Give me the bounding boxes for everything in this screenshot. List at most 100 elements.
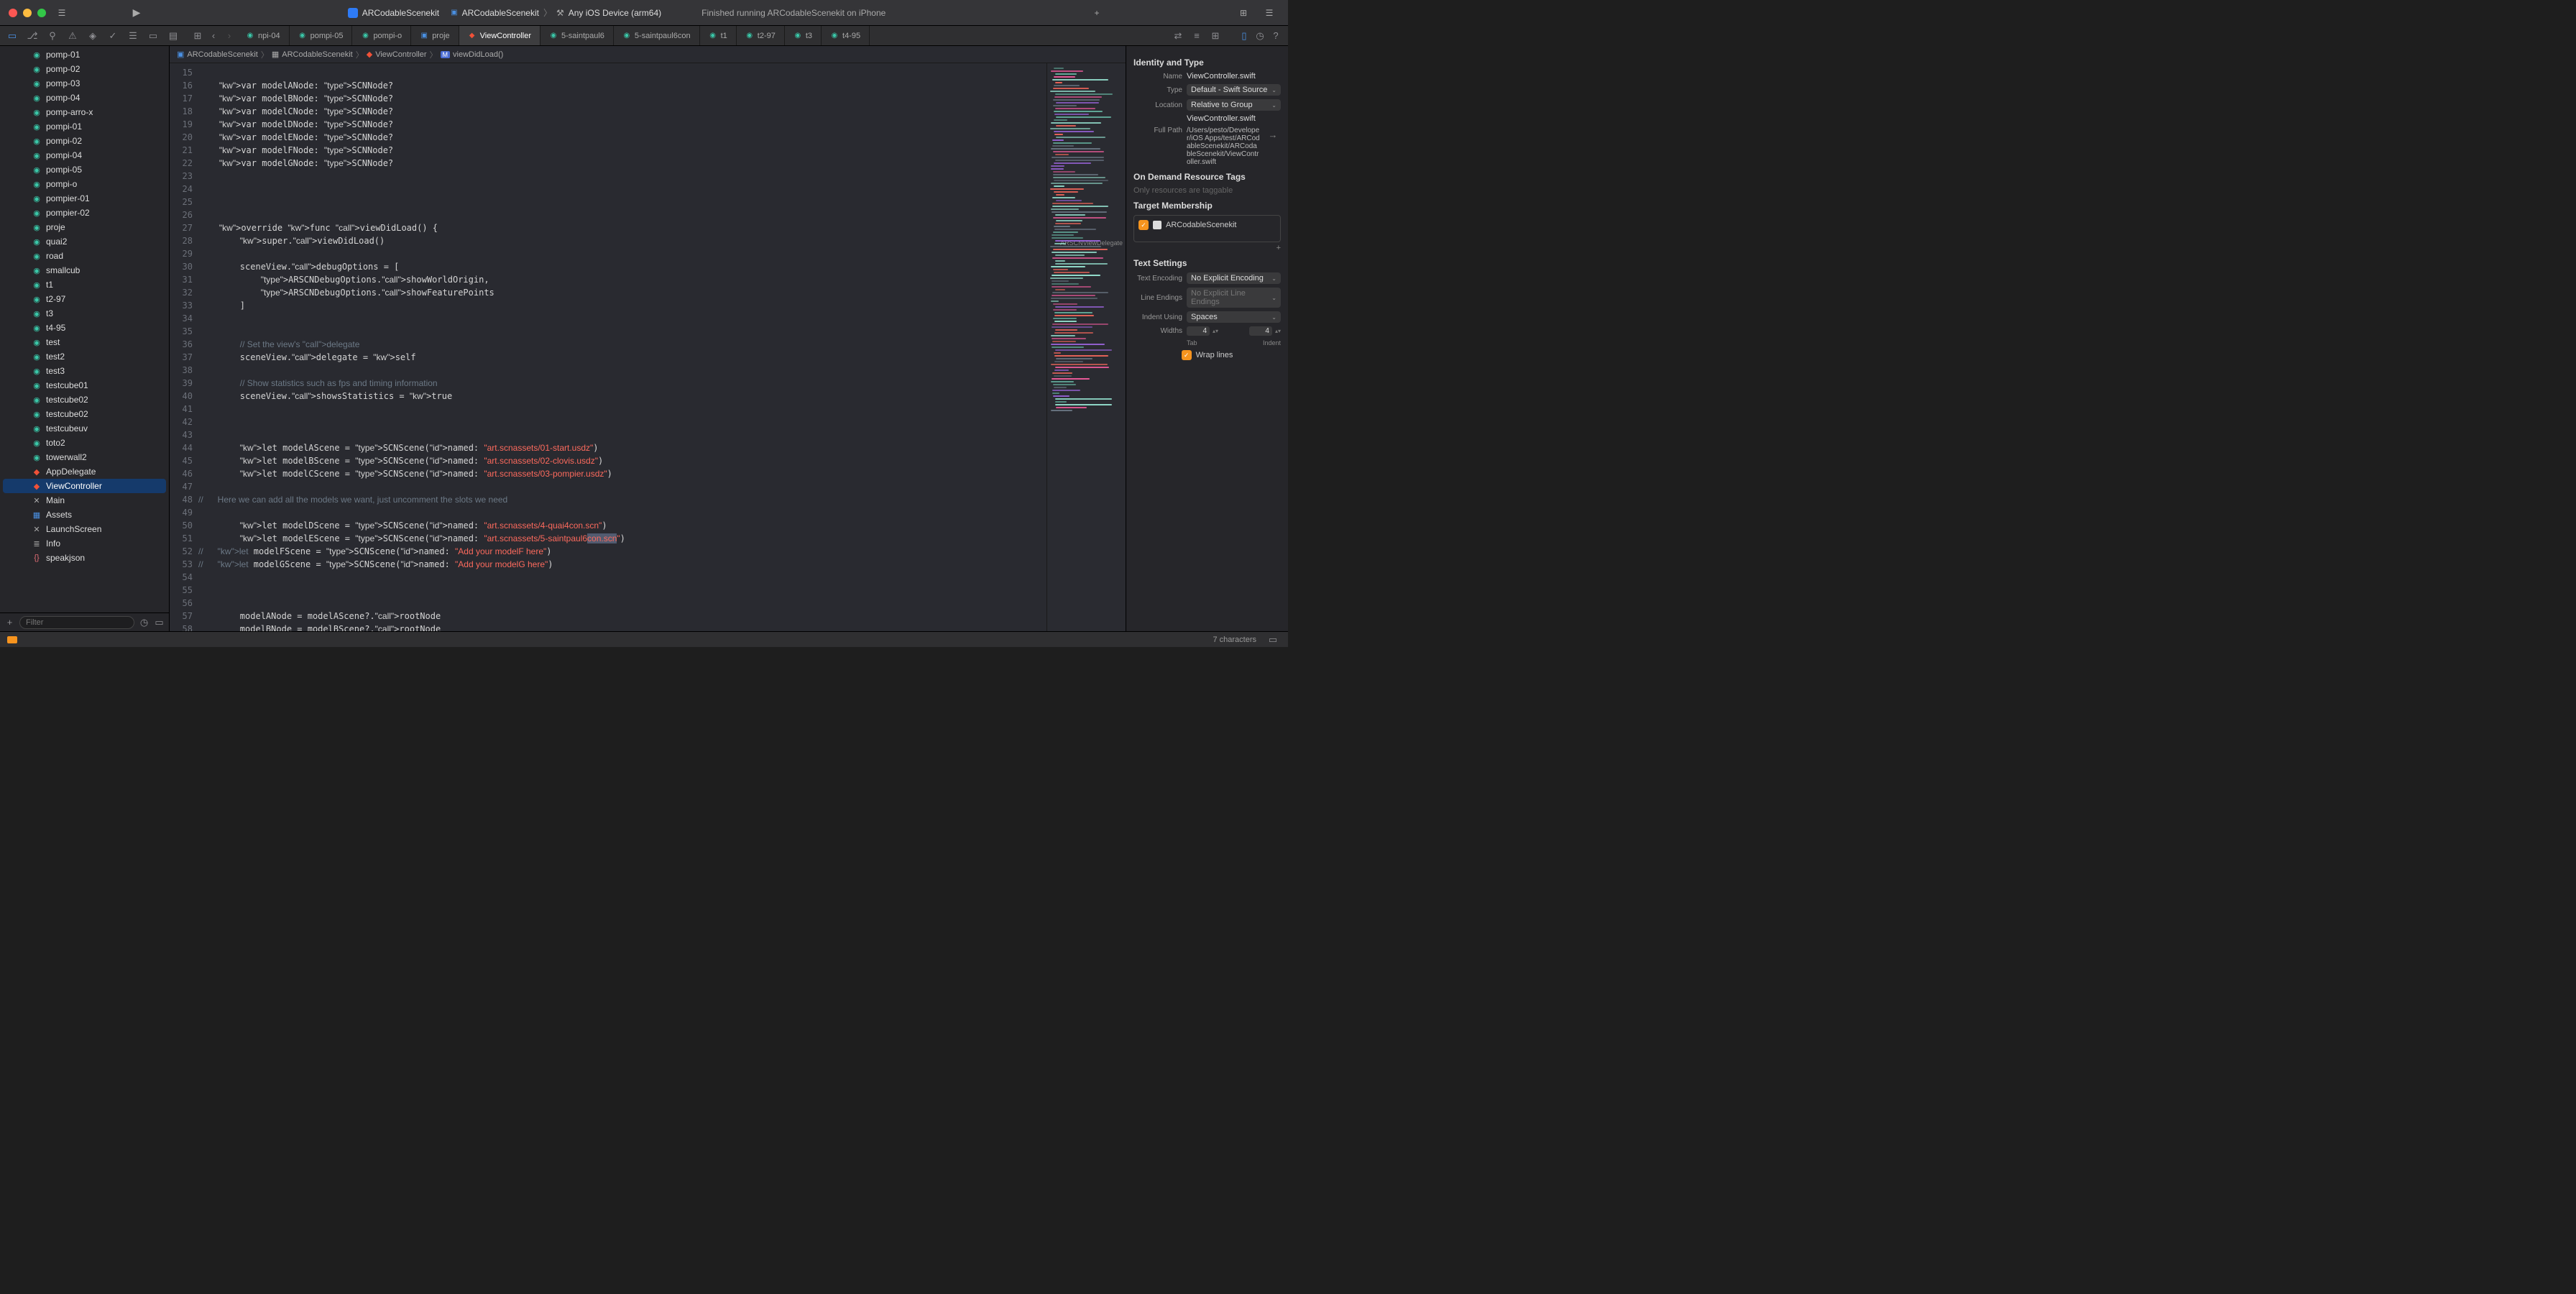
editor-tab[interactable]: ▣proje (411, 26, 459, 45)
navigator-item[interactable]: ◉pompi-04 (0, 148, 169, 162)
minimap[interactable]: ARSCNViewDelegate (1046, 63, 1126, 631)
zoom-window-button[interactable] (37, 9, 46, 17)
editor-tab[interactable]: ◉t2-97 (737, 26, 785, 45)
editor-options-icon[interactable]: ≡ (1189, 28, 1205, 44)
library-button[interactable]: ⊞ (1233, 4, 1254, 22)
navigator-item[interactable]: ◉pomp-arro-x (0, 105, 169, 119)
navigator-item[interactable]: ≣Info (0, 536, 169, 551)
file-name-field[interactable]: ViewController.swift (1187, 72, 1281, 81)
navigator-item[interactable]: ◉test2 (0, 349, 169, 364)
navigator-item[interactable]: ◉pomp-03 (0, 76, 169, 91)
indent-width-stepper[interactable]: 4 (1249, 326, 1272, 336)
scheme-menu[interactable]: ▣ ARCodableScenekit 〉 ⚒ Any iOS Device (… (451, 6, 661, 19)
navigator-item[interactable]: ◉pompi-o (0, 177, 169, 191)
navigator-item[interactable]: ▦Assets (0, 508, 169, 522)
add-target-button[interactable]: + (1133, 244, 1281, 252)
history-inspector-icon[interactable]: ◷ (1252, 28, 1268, 44)
navigator-item[interactable]: ◆AppDelegate (0, 464, 169, 479)
navigator-item[interactable]: ◉pompier-02 (0, 206, 169, 220)
navigator-item[interactable]: ◉quai2 (0, 234, 169, 249)
editor-tab[interactable]: ◉npi-04 (237, 26, 290, 45)
wrap-lines-checkbox[interactable]: ✓ (1182, 350, 1192, 360)
add-editor-icon[interactable]: ⊞ (1208, 28, 1223, 44)
find-navigator-icon[interactable]: ⚠ (65, 28, 80, 44)
navigator-item[interactable]: ◉toto2 (0, 436, 169, 450)
editor-tab[interactable]: ◉pompi-o (352, 26, 411, 45)
navigator-item[interactable]: ◉pompi-05 (0, 162, 169, 177)
navigator-item[interactable]: ◆ViewController (3, 479, 166, 493)
navigator-item[interactable]: ◉t2-97 (0, 292, 169, 306)
editor-tab[interactable]: ◉t1 (700, 26, 737, 45)
debug-navigator-icon[interactable]: ☰ (125, 28, 141, 44)
jump-bar[interactable]: ▣ ARCodableScenekit 〉 ▦ ARCodableSceneki… (170, 46, 1126, 63)
navigator-item[interactable]: ◉testcube02 (0, 407, 169, 421)
breakpoint-navigator-icon[interactable]: ▭ (145, 28, 161, 44)
breadcrumb-group[interactable]: ARCodableScenekit (282, 50, 352, 59)
navigator-item[interactable]: ✕LaunchScreen (0, 522, 169, 536)
adjust-editor-icon[interactable]: ⇄ (1170, 28, 1186, 44)
report-navigator-icon[interactable]: ▤ (165, 28, 181, 44)
editor-tab[interactable]: ◉t3 (785, 26, 822, 45)
navigator-item[interactable]: ◉road (0, 249, 169, 263)
project-navigator-icon[interactable]: ▭ (4, 28, 20, 44)
toggle-inspector-button[interactable]: ☰ (1259, 4, 1279, 22)
navigator-item[interactable]: ◉towerwall2 (0, 450, 169, 464)
location-select[interactable]: Relative to Group⌄ (1187, 99, 1281, 111)
breadcrumb-file[interactable]: ViewController (375, 50, 426, 59)
line-gutter[interactable]: 15 16 17 18 19 20 21 22 23 24 25 26 27 2… (170, 63, 198, 631)
scheme-selector[interactable]: ARCodableScenekit (348, 8, 439, 18)
navigator-item[interactable]: ✕Main (0, 493, 169, 508)
grid-icon[interactable]: ⊞ (190, 28, 206, 44)
toggle-navigator-button[interactable]: ☰ (52, 4, 72, 22)
stepper-icon[interactable]: ▴▾ (1213, 328, 1218, 334)
navigator-item[interactable]: ◉testcube01 (0, 378, 169, 393)
lineendings-select[interactable]: No Explicit Line Endings⌄ (1187, 288, 1281, 308)
editor-tab[interactable]: ◉t4-95 (822, 26, 870, 45)
forward-button[interactable]: › (221, 28, 237, 44)
recent-filter-icon[interactable]: ◷ (139, 615, 150, 630)
scm-filter-icon[interactable]: ▭ (154, 615, 165, 630)
navigator-filter-input[interactable] (19, 616, 134, 629)
navigator-item[interactable]: ◉pomp-01 (0, 47, 169, 62)
editor-tab[interactable]: ◉pompi-05 (290, 26, 353, 45)
add-button[interactable]: + (1087, 4, 1107, 22)
navigator-item[interactable]: ◉testcubeuv (0, 421, 169, 436)
editor-tab[interactable]: ◉5-saintpaul6 (540, 26, 614, 45)
target-checkbox[interactable]: ✓ (1138, 220, 1149, 230)
encoding-select[interactable]: No Explicit Encoding⌄ (1187, 272, 1281, 284)
navigator-item[interactable]: ◉t1 (0, 277, 169, 292)
navigator-item[interactable]: ◉proje (0, 220, 169, 234)
toggle-debug-area-button[interactable]: ▭ (1265, 632, 1281, 648)
navigator-item[interactable]: {}speakjson (0, 551, 169, 565)
file-type-select[interactable]: Default - Swift Source⌄ (1187, 84, 1281, 96)
issue-navigator-icon[interactable]: ◈ (85, 28, 101, 44)
breadcrumb-project[interactable]: ARCodableScenekit (187, 50, 257, 59)
navigator-item[interactable]: ◉test (0, 335, 169, 349)
editor-tab[interactable]: ◆ViewController (459, 26, 540, 45)
source-editor[interactable]: "kw">var modelANode: "type">SCNNode? "kw… (198, 63, 1046, 631)
navigator-item[interactable]: ◉testcube02 (0, 393, 169, 407)
editor-tab[interactable]: ◉5-saintpaul6con (614, 26, 700, 45)
navigator-item[interactable]: ◉t4-95 (0, 321, 169, 335)
close-window-button[interactable] (9, 9, 17, 17)
navigator-item[interactable]: ◉pomp-04 (0, 91, 169, 105)
navigator-item[interactable]: ◉pompi-02 (0, 134, 169, 148)
navigator-item[interactable]: ◉smallcub (0, 263, 169, 277)
add-file-button[interactable]: + (4, 615, 15, 630)
run-button[interactable]: ▶ (126, 4, 147, 22)
indent-select[interactable]: Spaces⌄ (1187, 311, 1281, 323)
file-inspector-icon[interactable]: ▯ (1236, 28, 1252, 44)
navigator-item[interactable]: ◉pompi-01 (0, 119, 169, 134)
symbol-navigator-icon[interactable]: ⚲ (45, 28, 60, 44)
help-inspector-icon[interactable]: ? (1268, 28, 1284, 44)
minimize-window-button[interactable] (23, 9, 32, 17)
breadcrumb-symbol[interactable]: viewDidLoad() (453, 50, 503, 59)
back-button[interactable]: ‹ (206, 28, 221, 44)
navigator-item[interactable]: ◉t3 (0, 306, 169, 321)
stepper-icon[interactable]: ▴▾ (1275, 328, 1281, 334)
test-navigator-icon[interactable]: ✓ (105, 28, 121, 44)
navigator-item[interactable]: ◉pompier-01 (0, 191, 169, 206)
tab-width-stepper[interactable]: 4 (1187, 326, 1210, 336)
source-control-icon[interactable]: ⎇ (24, 28, 40, 44)
navigator-item[interactable]: ◉pomp-02 (0, 62, 169, 76)
